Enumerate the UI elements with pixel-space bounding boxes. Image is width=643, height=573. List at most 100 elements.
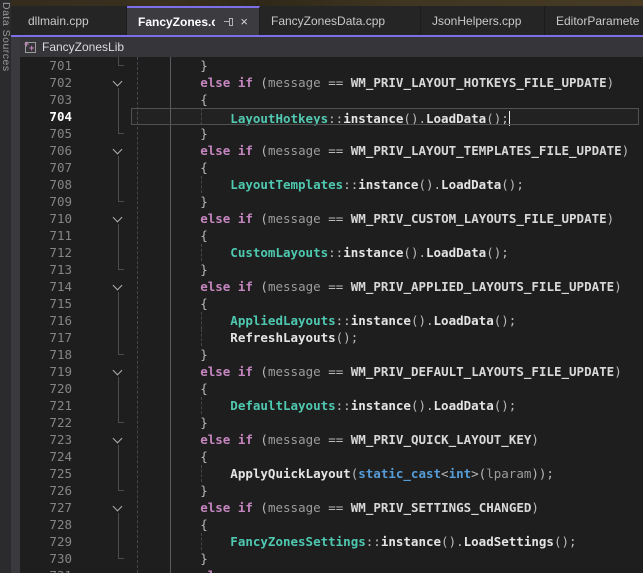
editor-row-713: 713} [20, 261, 643, 278]
code-line[interactable]: { [140, 295, 643, 312]
code-line[interactable]: { [140, 448, 643, 465]
line-number: 720 [20, 380, 74, 397]
code-line[interactable]: LayoutHotkeys::instance().LoadData(); [140, 108, 643, 125]
code-line[interactable]: LayoutTemplates::instance().LoadData(); [140, 176, 643, 193]
token-pl: ( [253, 143, 268, 158]
line-number: 730 [20, 550, 74, 567]
token-pr: message [268, 364, 321, 379]
code-line[interactable]: CustomLayouts::instance().LoadData(); [140, 244, 643, 261]
code-line[interactable]: } [140, 193, 643, 210]
fold-collapse-chevron-icon[interactable] [113, 145, 123, 155]
token-kw: else [200, 75, 230, 90]
code-line[interactable]: else if (message == WM_PRIV_DEFAULT_LAYO… [140, 363, 643, 380]
fold-collapse-chevron-icon[interactable] [113, 366, 123, 376]
code-editor[interactable]: 701}702else if (message == WM_PRIV_LAYOU… [20, 57, 643, 573]
outlining-margin [74, 142, 140, 159]
editor-row-714: 714else if (message == WM_PRIV_APPLIED_L… [20, 278, 643, 295]
line-number: 724 [20, 448, 74, 465]
code-line[interactable]: { [140, 91, 643, 108]
fold-collapse-chevron-icon[interactable] [113, 77, 123, 87]
code-line[interactable]: } [140, 482, 643, 499]
tab-label: FancyZonesData.cpp [271, 14, 385, 28]
token-pl: (); [486, 111, 509, 126]
editor-row-720: 720 { [20, 380, 643, 397]
sidebar-tab-data-sources[interactable]: Data Sources [0, 0, 11, 573]
code-line[interactable]: } [140, 125, 643, 142]
token-pl [230, 500, 238, 515]
code-line[interactable]: else if (message == WM_PRIV_LAYOUT_TEMPL… [140, 142, 643, 159]
code-line[interactable]: } [140, 414, 643, 431]
pin-tab-icon[interactable] [224, 17, 234, 27]
token-pl: { [200, 92, 208, 107]
code-line[interactable]: AppliedLayouts::instance().LoadData(); [140, 312, 643, 329]
sidebar-tab-label: Data Sources [0, 2, 12, 72]
outlining-margin [74, 193, 140, 210]
token-mc: WM_PRIV_LAYOUT_TEMPLATES_FILE_UPDATE [351, 143, 622, 158]
indent-guide-2 [201, 108, 202, 125]
code-line[interactable]: else if (message == WM_PRIV_SETTINGS_CHA… [140, 499, 643, 516]
token-kb: int [449, 466, 472, 481]
token-pl: (); [554, 534, 577, 549]
fold-collapse-chevron-icon[interactable] [113, 434, 123, 444]
code-line[interactable]: else if (message == WM_PRIV_LAYOUT_HOTKE… [140, 74, 643, 91]
tab-jsonhelpers-cpp[interactable]: JsonHelpers.cpp [421, 6, 545, 35]
code-line[interactable]: { [140, 380, 643, 397]
token-fn: RefreshLayouts [230, 330, 335, 345]
tab-editorparamete[interactable]: EditorParamete [545, 6, 643, 35]
fold-line [118, 533, 119, 550]
code-line[interactable]: else if (message == WM_PRIV_APPLIED_LAYO… [140, 278, 643, 295]
editor-row-708: 708LayoutTemplates::instance().LoadData(… [20, 176, 643, 193]
sidebar-splitter[interactable] [11, 37, 20, 573]
token-pl: )); [531, 466, 554, 481]
code-line[interactable]: { [140, 159, 643, 176]
code-line[interactable]: RefreshLayouts(); [140, 329, 643, 346]
fold-line [118, 108, 119, 125]
code-line[interactable]: else if (message == WM_PRIV_CUSTOM_LAYOU… [140, 210, 643, 227]
token-pl [230, 279, 238, 294]
token-pl [343, 211, 351, 226]
token-pl: ( [253, 364, 268, 379]
fold-line [118, 176, 119, 193]
project-dropdown[interactable]: FancyZonesLib [42, 40, 124, 54]
code-line[interactable]: } [140, 550, 643, 567]
code-line[interactable]: DefaultLayouts::instance().LoadData(); [140, 397, 643, 414]
code-line[interactable]: else if (message == WM_PRIV_QUICK_LAYOUT… [140, 431, 643, 448]
code-line[interactable]: } [140, 57, 643, 74]
fold-line-end [118, 490, 124, 491]
line-number: 707 [20, 159, 74, 176]
code-line[interactable]: FancyZonesSettings::instance().LoadSetti… [140, 533, 643, 550]
fold-collapse-chevron-icon[interactable] [113, 570, 123, 573]
token-pl: ) [614, 364, 622, 379]
editor-row-715: 715{ [20, 295, 643, 312]
close-tab-icon[interactable]: × [240, 15, 248, 28]
tab-fancyzonesdata-cpp[interactable]: FancyZonesData.cpp [260, 6, 421, 35]
token-mc: WM_PRIV_CUSTOM_LAYOUTS_FILE_UPDATE [351, 211, 607, 226]
editor-row-728: 728{ [20, 516, 643, 533]
token-op: == [328, 432, 343, 447]
editor-row-730: 730} [20, 550, 643, 567]
code-line[interactable]: } [140, 261, 643, 278]
token-kw: else [200, 279, 230, 294]
fold-line-end [118, 269, 124, 270]
token-pl: { [200, 160, 208, 175]
token-pl [230, 211, 238, 226]
code-line[interactable]: { [140, 516, 643, 533]
token-pl: { [200, 296, 208, 311]
tab-fancyzones-cpp[interactable]: FancyZones.cpp× [127, 6, 260, 35]
fold-collapse-chevron-icon[interactable] [113, 213, 123, 223]
fold-line [118, 261, 119, 269]
code-line[interactable]: { [140, 227, 643, 244]
code-line[interactable]: } [140, 346, 643, 363]
indent-guide-2 [201, 176, 202, 193]
fold-collapse-chevron-icon[interactable] [113, 281, 123, 291]
token-fn: LoadData [434, 313, 494, 328]
navigation-bar: ++ FancyZonesLib [20, 37, 643, 57]
token-pr: message [268, 279, 321, 294]
fold-collapse-chevron-icon[interactable] [113, 502, 123, 512]
code-line[interactable]: else [140, 567, 643, 573]
editor-row-721: 721DefaultLayouts::instance().LoadData()… [20, 397, 643, 414]
tab-dllmain-cpp[interactable]: dllmain.cpp [17, 6, 127, 35]
code-line[interactable]: ApplyQuickLayout(static_cast<int>(lparam… [140, 465, 643, 482]
token-kw: else [200, 143, 230, 158]
token-fn: instance [381, 534, 441, 549]
